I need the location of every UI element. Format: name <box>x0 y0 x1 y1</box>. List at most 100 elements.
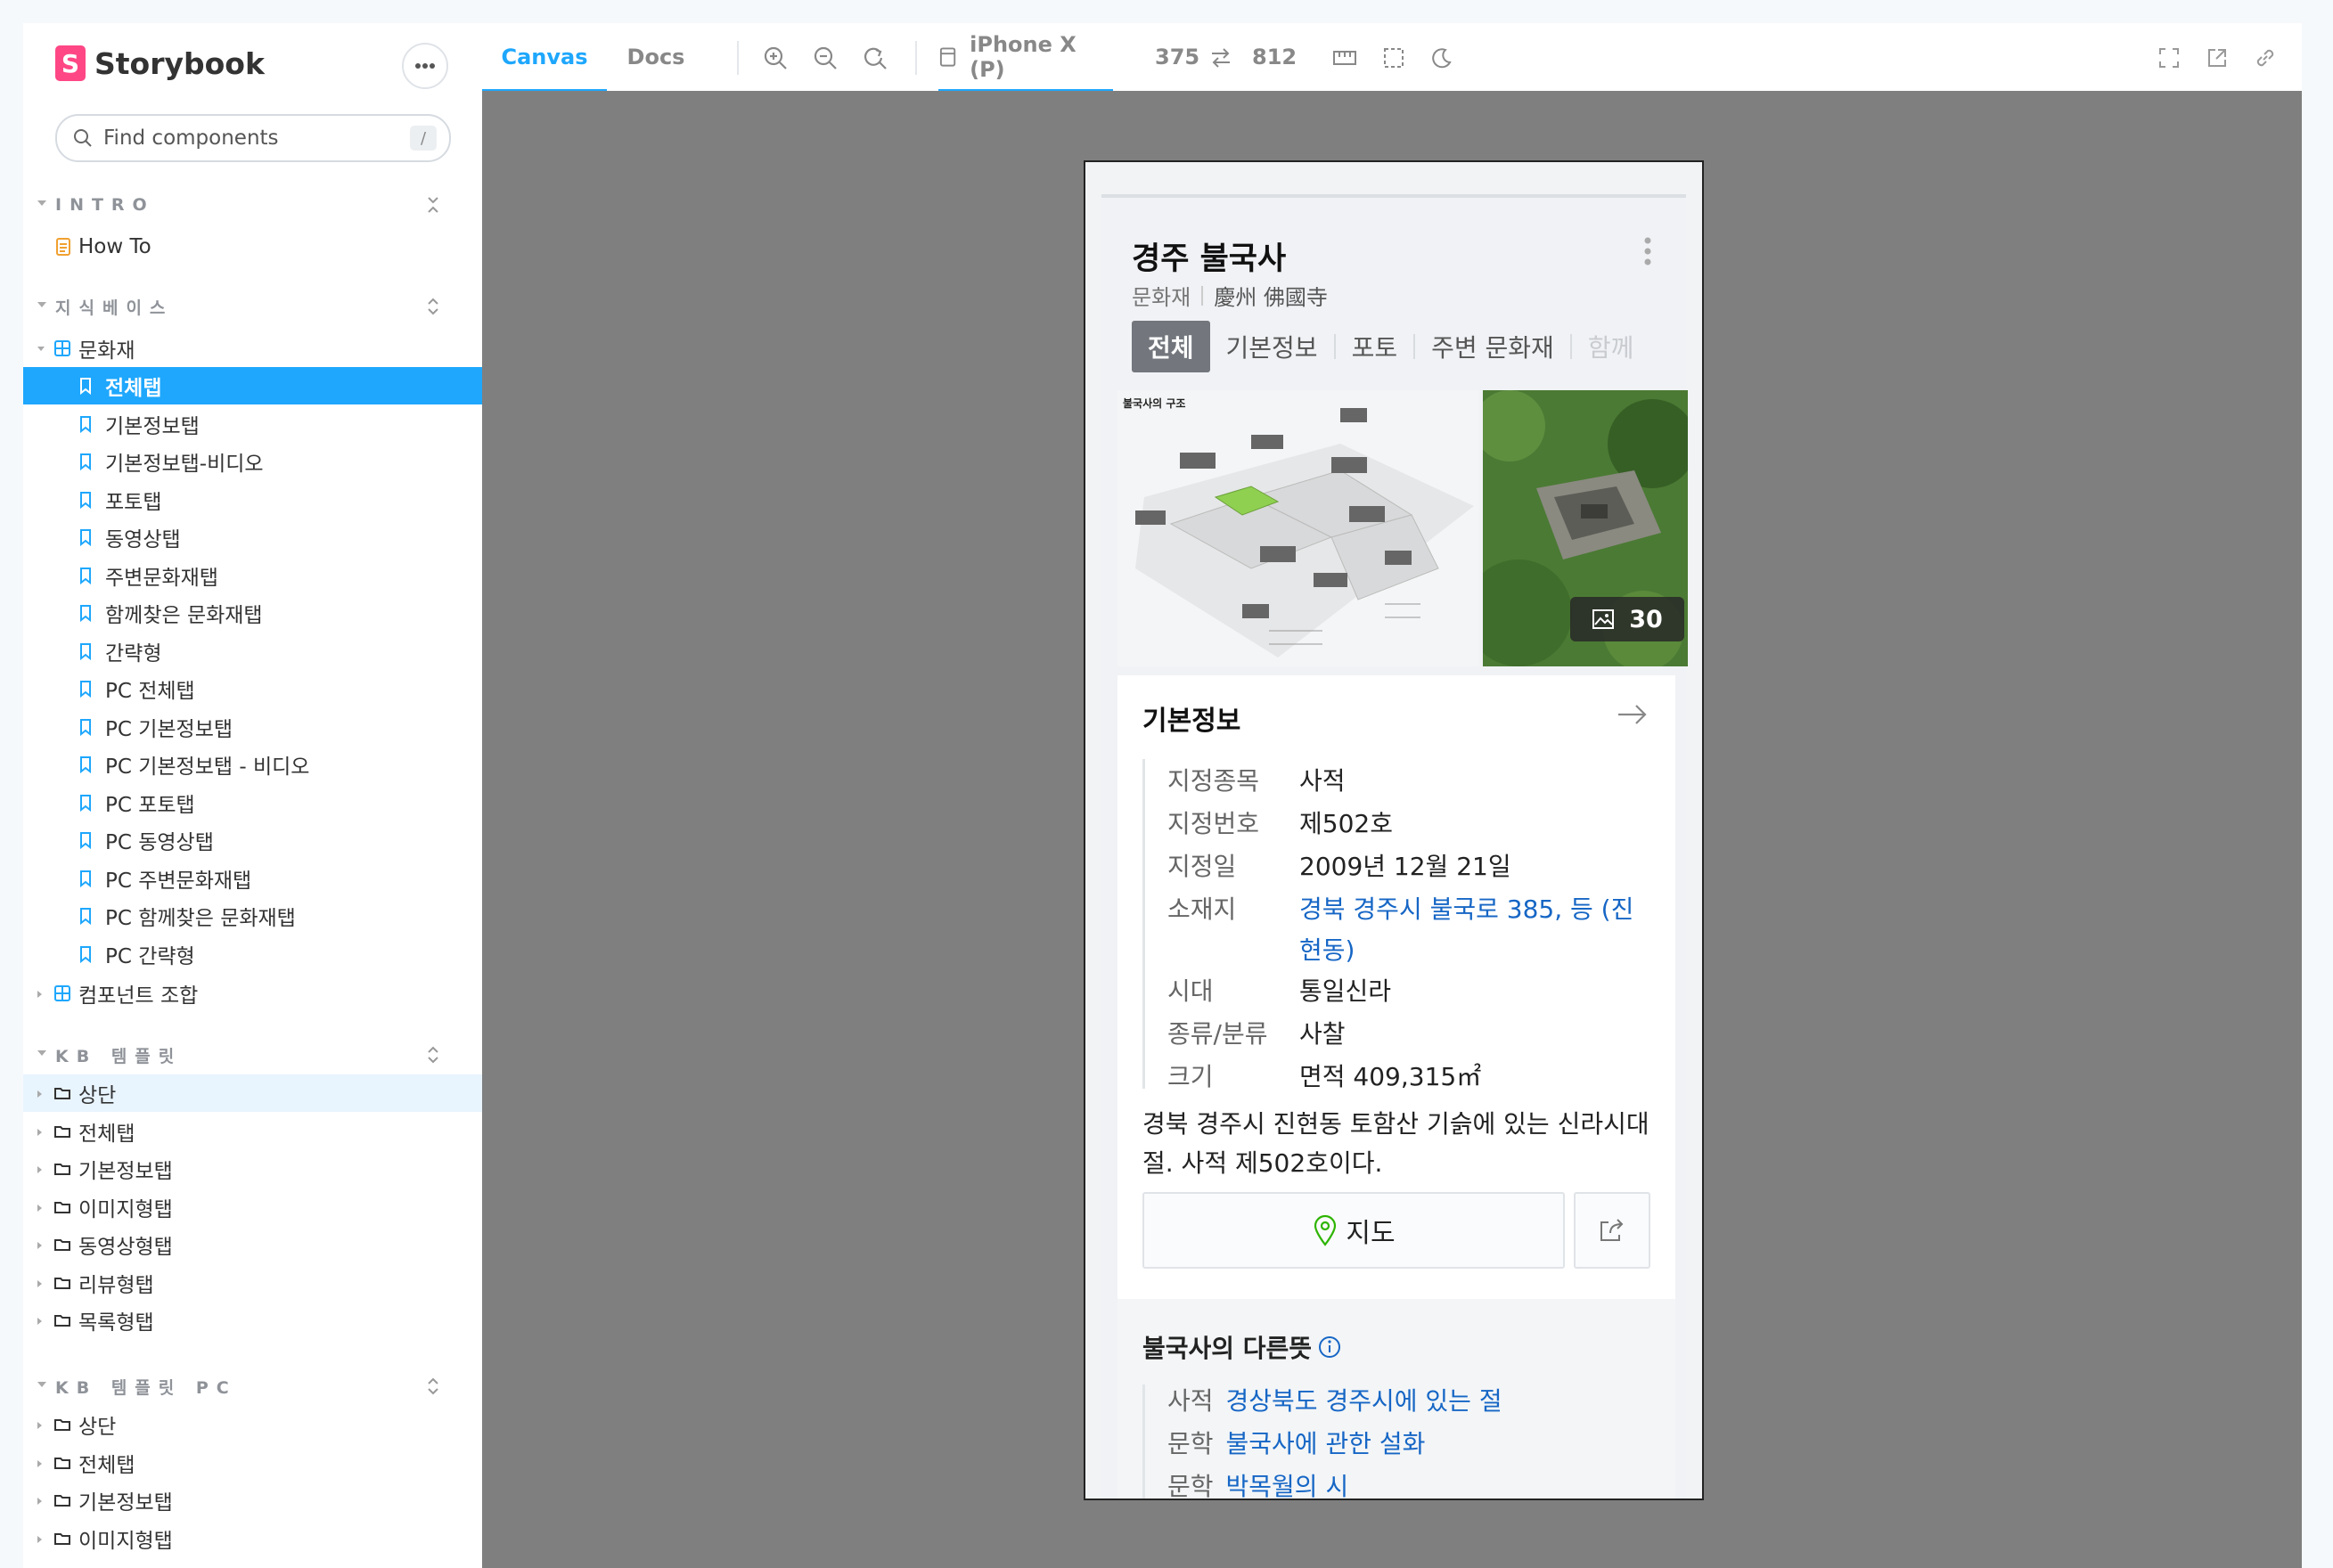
other-meaning-row[interactable]: 문학 불국사에 관한 설화 <box>1167 1424 1425 1465</box>
sidebar-story-item[interactable]: PC 간략형 <box>23 935 483 973</box>
info-value: 통일신라 <box>1299 976 1392 1006</box>
search-input[interactable]: Find components / <box>55 114 451 162</box>
share-icon <box>1600 1219 1624 1241</box>
more-vertical-icon[interactable] <box>1643 233 1652 269</box>
sidebar-folder-item[interactable]: 목록형탭 <box>23 1302 483 1339</box>
tab-docs[interactable]: Docs <box>607 23 705 91</box>
sidebar-folder-item[interactable]: 상단 <box>23 1074 483 1112</box>
aerial-photo[interactable]: 30 <box>1483 390 1688 666</box>
tab-together[interactable]: 함께 <box>1572 329 1650 364</box>
zoom-out-icon[interactable] <box>812 45 839 71</box>
open-new-tab-icon[interactable] <box>2206 46 2229 69</box>
sidebar-item-how-to[interactable]: How To <box>23 228 483 265</box>
tab-nearby-heritage[interactable]: 주변 문화재 <box>1415 329 1570 364</box>
expand-icon[interactable] <box>424 1376 442 1397</box>
sidebar-story-item[interactable]: PC 주변문화재탭 <box>23 860 483 897</box>
group-kb-template-pc[interactable]: KB 템플릿 PC <box>23 1368 483 1404</box>
other-meaning-row[interactable]: 사적 경상북도 경주시에 있는 절 <box>1167 1381 1502 1422</box>
sidebar-story-item[interactable]: 기본정보탭 <box>23 405 483 443</box>
expand-icon[interactable] <box>424 296 442 317</box>
group-knowledge-base[interactable]: 지식베이스 <box>23 289 483 324</box>
caret-right-icon <box>37 1166 42 1173</box>
device-frame: 경주 불국사 문화재 慶州 佛國寺 전체 기본정보 포토 주변 문화재 함께 불… <box>1084 160 1704 1500</box>
sidebar-folder-cultural-heritage[interactable]: 문화재 <box>23 330 483 367</box>
other-meaning-row[interactable]: 문학 박목월의 시 <box>1167 1466 1349 1499</box>
outline-icon[interactable] <box>1382 46 1405 69</box>
more-options-button[interactable] <box>402 43 448 89</box>
meaning-link[interactable]: 박목월의 시 <box>1226 1472 1349 1499</box>
group-kb-template[interactable]: KB 템플릿 <box>23 1037 483 1073</box>
sidebar-story-item[interactable]: 전체탭 <box>23 367 483 404</box>
other-meanings-section: 불국사의 다른뜻 사적 경상북도 경주시에 있는 절 문학 불국사에 관한 설화 문… <box>1117 1299 1675 1499</box>
tab-all[interactable]: 전체 <box>1132 321 1210 372</box>
toolbar-divider <box>915 41 917 75</box>
sidebar-story-item[interactable]: PC 동영상탭 <box>23 821 483 859</box>
sidebar-folder-item[interactable]: 이미지형탭 <box>23 1188 483 1226</box>
page-title: 경주 불국사 <box>1132 241 1287 277</box>
subtitle: 문화재 慶州 佛國寺 <box>1132 280 1328 311</box>
sidebar-story-item[interactable]: PC 기본정보탭 <box>23 708 483 746</box>
zoom-reset-icon[interactable] <box>862 45 888 71</box>
search-shortcut-key: / <box>410 126 437 151</box>
sidebar-item-label: 상단 <box>78 1416 117 1439</box>
measure-icon[interactable] <box>1332 46 1357 69</box>
storybook-logo[interactable]: S Storybook <box>55 43 265 84</box>
caret-right-icon <box>37 1090 42 1098</box>
sidebar-story-item[interactable]: PC 전체탭 <box>23 670 483 707</box>
viewport-height[interactable]: 812 <box>1252 23 1297 91</box>
sidebar-folder-item[interactable]: 전체탭 <box>23 1113 483 1150</box>
copy-link-icon[interactable] <box>2254 46 2277 69</box>
share-button[interactable] <box>1574 1192 1650 1269</box>
sidebar-item-label: 기본정보탭 <box>78 1160 173 1183</box>
folder-icon <box>53 1276 71 1290</box>
sidebar-folder-item[interactable]: 상단 <box>23 1406 483 1443</box>
sidebar-item-label: 컴포넌트 조합 <box>78 984 199 1008</box>
tab-basic-info[interactable]: 기본정보 <box>1210 329 1334 364</box>
sidebar-story-item[interactable]: 간략형 <box>23 633 483 670</box>
sidebar-story-item[interactable]: 기본정보탭-비디오 <box>23 443 483 480</box>
bookmark-icon <box>78 377 93 395</box>
meaning-link[interactable]: 경상북도 경주시에 있는 절 <box>1226 1386 1502 1416</box>
map-button[interactable]: 지도 <box>1142 1192 1565 1269</box>
group-intro[interactable]: INTRO <box>23 187 483 223</box>
sidebar-story-item[interactable]: 주변문화재탭 <box>23 557 483 594</box>
sidebar-folder-item[interactable]: 기본정보탭 <box>23 1150 483 1188</box>
temple-layout-diagram[interactable]: 불국사의 구조 <box>1117 390 1479 666</box>
viewport-selector[interactable]: iPhone X (P) <box>938 23 1113 93</box>
arrow-right-icon[interactable] <box>1617 702 1649 727</box>
fullscreen-icon[interactable] <box>2157 46 2181 69</box>
info-key: 종류/분류 <box>1167 1019 1268 1049</box>
dark-mode-icon[interactable] <box>1430 46 1453 69</box>
sidebar-story-item[interactable]: 동영상탭 <box>23 519 483 556</box>
viewport-width[interactable]: 375 <box>1155 23 1199 91</box>
tab-canvas[interactable]: Canvas <box>482 23 607 93</box>
sidebar-item-label: PC 동영상탭 <box>105 831 214 854</box>
map-button-label: 지도 <box>1346 1218 1396 1249</box>
sidebar-story-item[interactable]: PC 기본정보탭 - 비디오 <box>23 746 483 783</box>
sidebar-folder-item[interactable]: 리뷰형탭 <box>23 1264 483 1302</box>
zoom-in-icon[interactable] <box>762 45 789 71</box>
search-placeholder: Find components <box>103 127 279 150</box>
sidebar-folder-component-combination[interactable]: 컴포넌트 조합 <box>23 975 483 1012</box>
tab-photo[interactable]: 포토 <box>1336 329 1414 364</box>
sidebar-story-item[interactable]: PC 포토탭 <box>23 784 483 821</box>
sidebar-story-item[interactable]: 포토탭 <box>23 481 483 519</box>
sidebar-folder-item[interactable]: 전체탭 <box>23 1444 483 1482</box>
photo-count-badge[interactable]: 30 <box>1570 597 1684 641</box>
sidebar-folder-item[interactable]: 동영상형탭 <box>23 1226 483 1263</box>
collapse-icon[interactable] <box>424 194 442 216</box>
description: 경북 경주시 진현동 토함산 기슭에 있는 신라시대 절. 사적 제502호이다… <box>1142 1109 1649 1178</box>
caret-right-icon <box>37 991 42 998</box>
caret-right-icon <box>37 1459 42 1467</box>
search-icon <box>74 129 92 147</box>
sidebar-story-item[interactable]: PC 함께찾은 문화재탭 <box>23 897 483 935</box>
meaning-link[interactable]: 불국사에 관한 설화 <box>1226 1429 1426 1458</box>
sidebar-folder-item[interactable]: 기본정보탭 <box>23 1482 483 1519</box>
viewport-name: iPhone X (P) <box>970 32 1076 82</box>
info-icon[interactable] <box>1317 1335 1342 1360</box>
sidebar-story-item[interactable]: 함께찾은 문화재탭 <box>23 594 483 632</box>
swap-icon[interactable] <box>1209 46 1232 69</box>
sidebar-folder-item[interactable]: 이미지형탭 <box>23 1520 483 1557</box>
expand-icon[interactable] <box>424 1044 442 1066</box>
address-link[interactable]: 경북 경주시 불국로 385, 등 (진현동) <box>1299 889 1647 971</box>
